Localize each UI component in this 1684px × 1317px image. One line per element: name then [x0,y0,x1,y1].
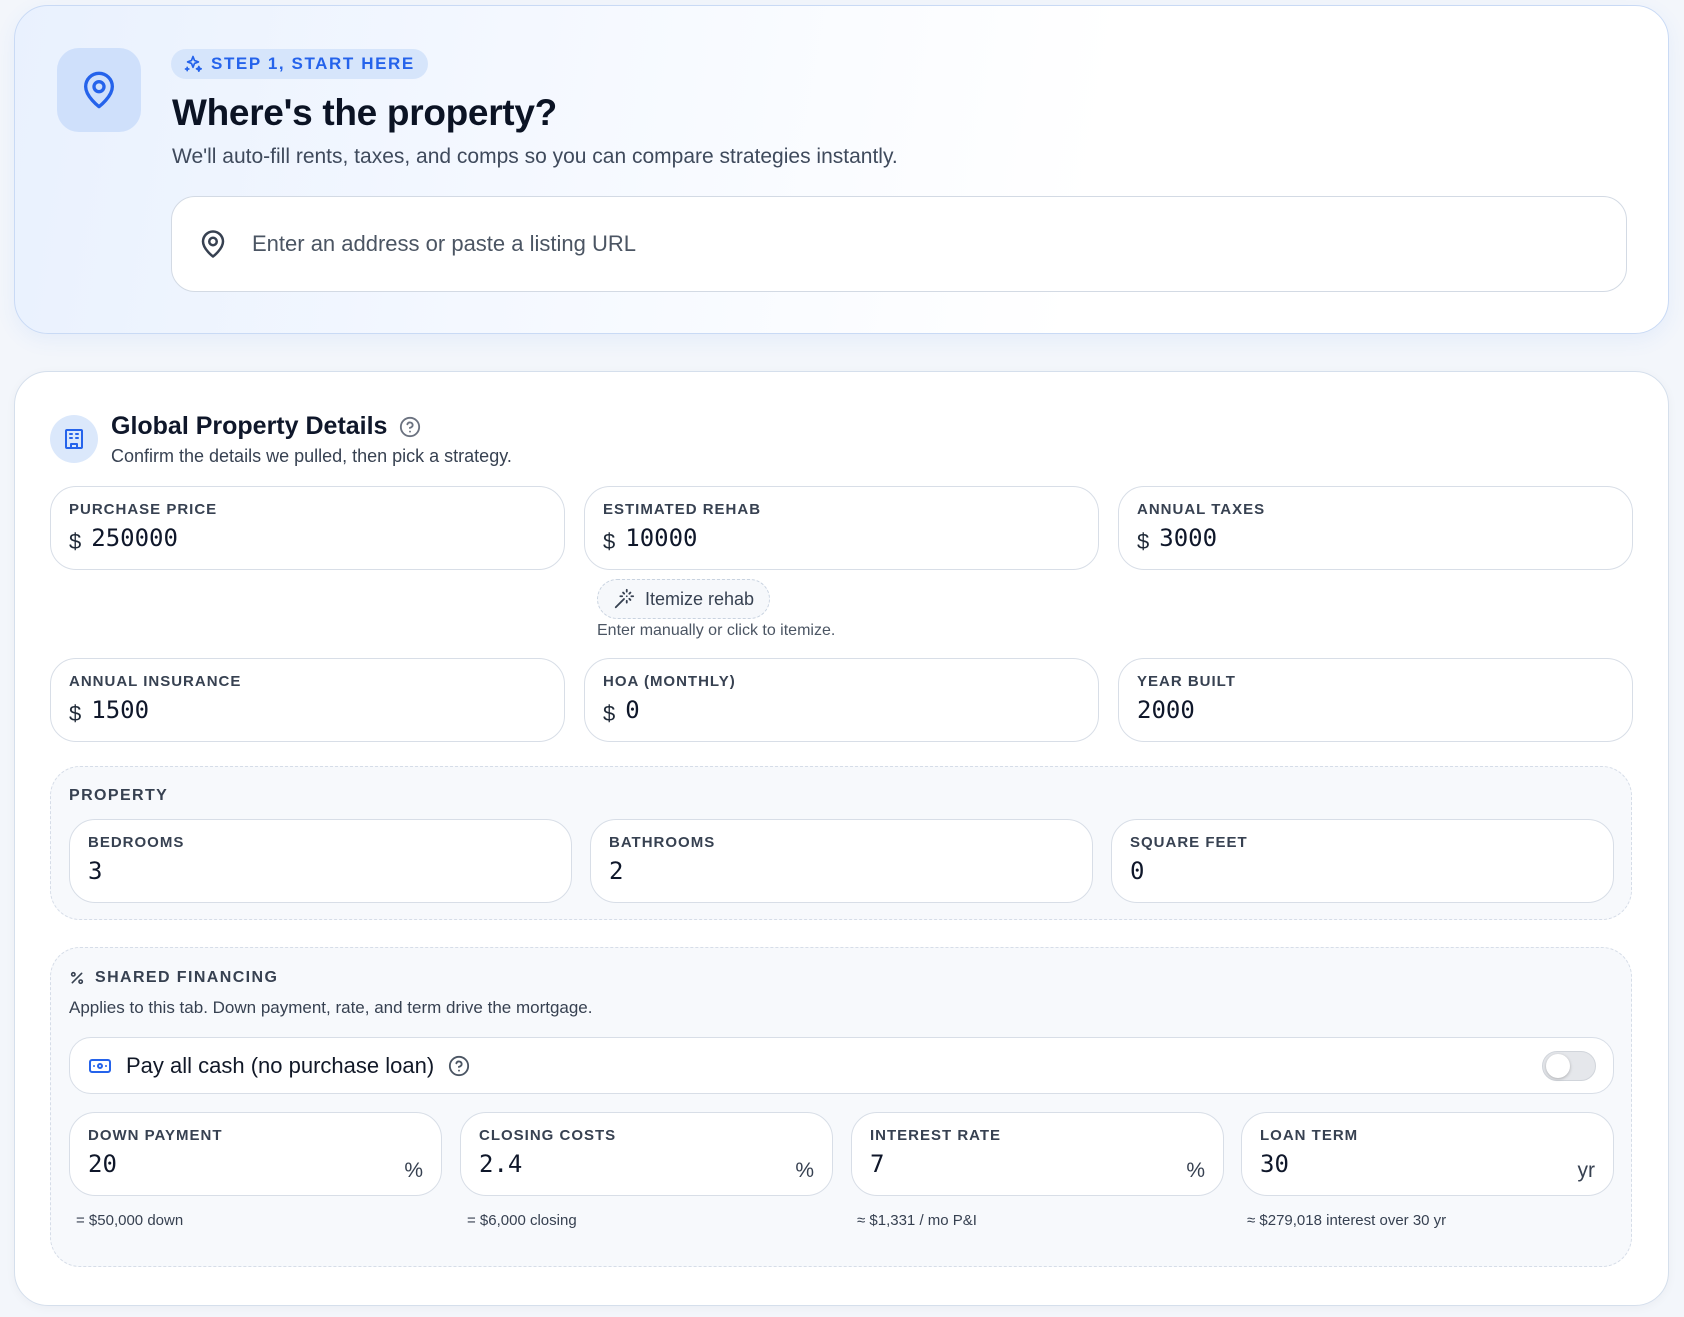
field-label: SQUARE FEET [1130,834,1248,851]
map-pin-icon [198,229,228,259]
step-badge: STEP 1, START HERE [171,49,428,79]
square-feet-input[interactable]: 0 [1130,857,1144,885]
currency-symbol: $ [603,529,616,554]
down-payment-hint: = $50,000 down [76,1212,184,1229]
purchase-price-field[interactable]: PURCHASE PRICE $ 250000 [50,486,565,570]
unit-suffix: yr [1577,1159,1596,1182]
itemize-hint: Enter manually or click to itemize. [597,622,836,639]
loan-term-field[interactable]: LOAN TERM 30 yr [1241,1112,1614,1196]
hoa-monthly-field[interactable]: HOA (MONTHLY) $ 0 [584,658,1099,742]
itemize-rehab-label: Itemize rehab [645,588,755,609]
currency-symbol: $ [603,701,616,726]
magic-wand-icon [613,588,635,610]
itemize-rehab-button[interactable]: Itemize rehab [597,579,771,619]
field-label: ANNUAL INSURANCE [69,673,242,690]
currency-symbol: $ [69,529,82,554]
pay-all-cash-toggle[interactable] [1542,1051,1596,1081]
bathrooms-input[interactable]: 2 [609,857,623,885]
annual-insurance-field[interactable]: ANNUAL INSURANCE $ 1500 [50,658,565,742]
estimated-rehab-input[interactable]: 10000 [625,524,697,552]
help-circle-icon[interactable] [448,1055,470,1077]
year-built-field[interactable]: YEAR BUILT 2000 [1118,658,1633,742]
field-label: BEDROOMS [88,834,185,851]
percent-icon [69,970,85,986]
section-title-text: Global Property Details [111,412,388,440]
unit-suffix: % [795,1159,814,1182]
field-label: HOA (MONTHLY) [603,673,736,690]
step-badge-label: STEP 1, START HERE [211,54,415,73]
bathrooms-field[interactable]: BATHROOMS 2 [590,819,1093,903]
interest-rate-hint: ≈ $1,331 / mo P&I [857,1212,977,1229]
property-group: PROPERTY BEDROOMS 3 BATHROOMS 2 SQUARE F… [50,766,1632,920]
estimated-rehab-field[interactable]: ESTIMATED REHAB $ 10000 [584,486,1099,570]
unit-suffix: % [1186,1159,1205,1182]
interest-rate-field[interactable]: INTEREST RATE 7 % [851,1112,1224,1196]
field-label: PURCHASE PRICE [69,501,218,518]
global-property-details-card: Global Property Details Confirm the deta… [14,371,1669,1306]
down-payment-input[interactable]: 20 [88,1150,117,1178]
closing-costs-field[interactable]: CLOSING COSTS 2.4 % [460,1112,833,1196]
shared-financing-title: SHARED FINANCING [95,969,279,986]
unit-suffix: % [404,1159,423,1182]
building-icon [50,415,98,463]
financing-subtitle: Applies to this tab. Down payment, rate,… [69,998,593,1017]
currency-symbol: $ [69,701,82,726]
property-group-label: PROPERTY [69,787,169,804]
pay-all-cash-label: Pay all cash (no purchase loan) [126,1052,435,1078]
field-label: ESTIMATED REHAB [603,501,762,518]
field-label: ANNUAL TAXES [1137,501,1266,518]
closing-costs-hint: = $6,000 closing [467,1212,577,1229]
hoa-monthly-input[interactable]: 0 [625,696,639,724]
page-title: Where's the property? [172,92,557,133]
field-label: BATHROOMS [609,834,716,851]
sparkles-icon [183,54,203,74]
currency-symbol: $ [1137,529,1150,554]
annual-taxes-input[interactable]: 3000 [1159,524,1217,552]
year-built-input[interactable]: 2000 [1137,696,1195,724]
closing-costs-input[interactable]: 2.4 [479,1150,522,1178]
square-feet-field[interactable]: SQUARE FEET 0 [1111,819,1614,903]
section-subtitle: Confirm the details we pulled, then pick… [111,446,512,466]
bedrooms-input[interactable]: 3 [88,857,102,885]
field-label: INTEREST RATE [870,1127,1002,1144]
purchase-price-input[interactable]: 250000 [91,524,178,552]
loan-term-input[interactable]: 30 [1260,1150,1289,1178]
field-label: CLOSING COSTS [479,1127,617,1144]
shared-financing-label: SHARED FINANCING [69,969,278,987]
field-label: LOAN TERM [1260,1127,1359,1144]
section-title: Global Property Details [111,412,421,441]
toggle-knob [1546,1054,1570,1078]
page-subtitle: We'll auto-fill rents, taxes, and comps … [172,145,898,168]
help-circle-icon[interactable] [399,416,421,438]
address-step-card: STEP 1, START HERE Where's the property?… [14,5,1669,334]
annual-taxes-field[interactable]: ANNUAL TAXES $ 3000 [1118,486,1633,570]
field-label: YEAR BUILT [1137,673,1236,690]
field-label: DOWN PAYMENT [88,1127,223,1144]
bedrooms-field[interactable]: BEDROOMS 3 [69,819,572,903]
address-input[interactable] [252,231,1552,257]
interest-rate-input[interactable]: 7 [870,1150,884,1178]
location-pin-icon [57,48,141,132]
banknote-icon [88,1054,112,1078]
address-input-wrapper[interactable] [171,196,1627,292]
annual-insurance-input[interactable]: 1500 [91,696,149,724]
shared-financing-group: SHARED FINANCING Applies to this tab. Do… [50,947,1632,1267]
loan-term-hint: ≈ $279,018 interest over 30 yr [1247,1212,1447,1229]
pay-all-cash-row[interactable]: Pay all cash (no purchase loan) [69,1037,1614,1094]
down-payment-field[interactable]: DOWN PAYMENT 20 % [69,1112,442,1196]
